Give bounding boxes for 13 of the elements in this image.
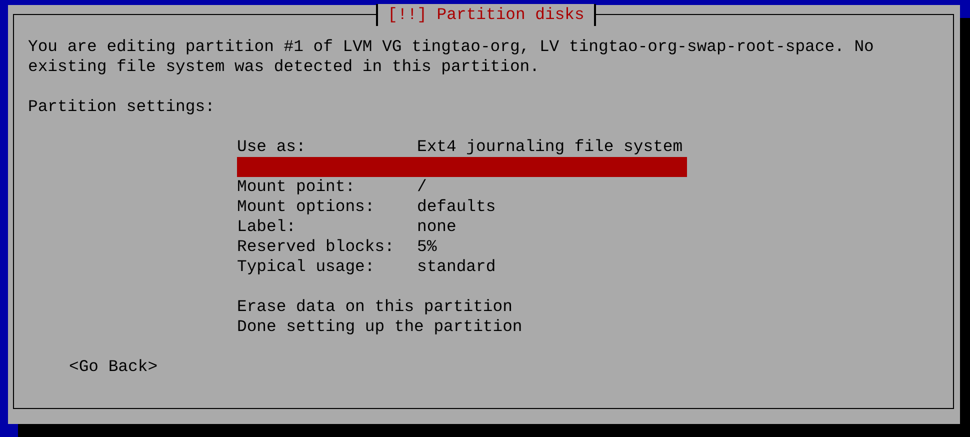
menu-item[interactable]: Mount point: / — [237, 177, 687, 197]
menu-item[interactable]: Erase data on this partition — [237, 297, 687, 317]
menu-item[interactable]: Label: none — [237, 217, 687, 237]
menu-item[interactable]: Reserved blocks: 5% — [237, 237, 687, 257]
menu-item[interactable]: Mount options: defaults — [237, 197, 687, 217]
section-label: Partition settings: — [28, 97, 216, 117]
go-back-button[interactable]: <Go Back> — [69, 357, 158, 377]
menu-item[interactable]: Done setting up the partition — [237, 317, 687, 337]
dialog-title: [!!] Partition disks — [376, 4, 596, 26]
menu-item[interactable]: Use as: Ext4 journaling file system — [237, 137, 687, 157]
selected-row-highlight[interactable] — [237, 157, 687, 177]
message-text: You are editing partition #1 of LVM VG tingtao-org, LV tingtao-org-swap-root-space. No existing file system was detected in this partition. — [28, 37, 875, 77]
menu-item[interactable]: Typical usage: standard — [237, 257, 687, 277]
